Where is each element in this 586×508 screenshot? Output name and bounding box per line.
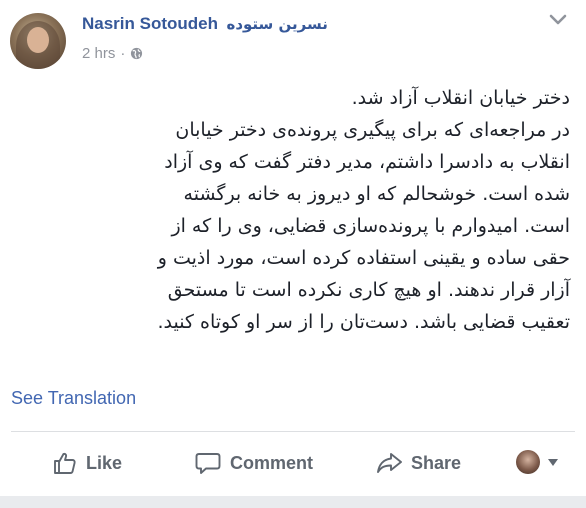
comment-button[interactable]: Comment [194, 446, 313, 480]
share-arrow-icon [377, 453, 402, 473]
share-label: Share [411, 452, 462, 473]
comment-label: Comment [230, 452, 314, 473]
see-translation-link[interactable]: See Translation [11, 388, 136, 409]
post-line: است. امیدوارم با پرونده‌سازی قضایی، وی ر… [171, 215, 570, 237]
caret-down-icon[interactable] [548, 459, 558, 466]
meta-separator: · [120, 44, 126, 62]
actions-divider [11, 431, 575, 432]
post-line: تعقیب قضایی باشد. دست‌تان را از سر او کو… [157, 311, 570, 333]
author-avatar[interactable] [10, 13, 66, 69]
post-line: انقلاب به دادسرا داشتم، مدیر دفتر گفت که… [164, 151, 570, 173]
post-meta: 2 hrs · [82, 43, 143, 63]
avatar-face [27, 27, 49, 53]
feed-separator [0, 496, 586, 508]
post-line: حقی ساده و یقینی استفاده کرده است، مورد … [157, 247, 570, 269]
post-timestamp[interactable]: 2 hrs [82, 45, 115, 62]
post-line: در مراجعه‌ای که برای پیگیری پرونده‌ی دخت… [175, 119, 570, 141]
like-button[interactable]: Like [52, 446, 122, 480]
post-line: دختر خیابان انقلاب آزاد شد. [351, 87, 570, 109]
globe-icon[interactable] [130, 47, 143, 60]
author-line: Nasrin Sotoudeh نسرین ستوده [82, 14, 328, 36]
facebook-post: Nasrin Sotoudeh نسرین ستوده 2 hrs · دختر… [0, 0, 586, 508]
reaction-profile-avatar[interactable] [516, 450, 540, 474]
post-line: شده است. خوشحالم که او دیروز به خانه برگ… [183, 183, 570, 205]
post-body: دختر خیابان انقلاب آزاد شد. در مراجعه‌ای… [12, 82, 570, 338]
share-button[interactable]: Share [375, 446, 461, 480]
post-line: آزار قرار ندهند. او هیچ کاری نکرده است ت… [167, 279, 570, 301]
thumbs-up-icon [54, 452, 76, 474]
author-name-fa[interactable]: نسرین ستوده [226, 15, 327, 33]
post-actions-bar: Like Comment Share [0, 440, 586, 486]
chevron-down-icon[interactable] [548, 12, 568, 28]
like-label: Like [86, 452, 123, 473]
author-name[interactable]: Nasrin Sotoudeh [82, 14, 218, 33]
comment-bubble-icon [195, 453, 221, 474]
